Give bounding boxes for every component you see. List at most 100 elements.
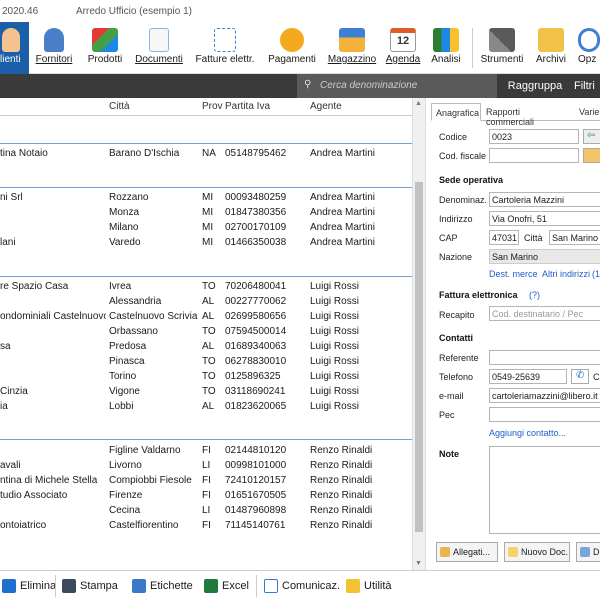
prodotti-button[interactable]: Prodotti	[82, 22, 128, 74]
stampa-button[interactable]: Stampa	[62, 571, 118, 601]
header-partita-iva[interactable]: Partita Iva	[225, 101, 270, 112]
cell-citta: Milano	[109, 222, 139, 233]
referente-label: Referente	[439, 353, 479, 363]
citta-field[interactable]: San Marino	[549, 230, 600, 245]
table-row[interactable]: ontoiatrico Castelfiorentino FI 71145140761…	[0, 518, 412, 533]
table-row[interactable]: ondominiali Castelnuovo Castelnuovo Scriv…	[0, 309, 412, 324]
table-row[interactable]: Cecina LI 01487960898 Renzo Rinaldi	[0, 503, 412, 518]
folder-icon	[538, 28, 564, 52]
pagamenti-button[interactable]: Pagamenti	[265, 22, 319, 74]
cod-fiscale-field[interactable]	[489, 148, 579, 163]
note-field[interactable]	[489, 446, 600, 534]
table-row[interactable]: Pinasca TO 06278830010 Luigi Rossi	[0, 354, 412, 369]
scrollbar-thumb[interactable]	[415, 182, 423, 532]
utilita-button[interactable]: Utilità	[346, 571, 392, 601]
d-button[interactable]: D	[576, 542, 600, 562]
allegati-button[interactable]: Allegati...	[436, 542, 498, 562]
header-prov[interactable]: Prov	[202, 101, 223, 112]
raggruppa-button[interactable]: Raggruppa	[500, 74, 570, 98]
nuovo-doc-button[interactable]: Nuovo Doc.	[504, 542, 570, 562]
telefono-field[interactable]: 0549-25639	[489, 369, 567, 384]
phone-icon[interactable]: ✆	[571, 369, 589, 384]
opzioni-button[interactable]: Opz	[578, 22, 600, 74]
printer-icon	[62, 579, 76, 593]
archivi-button[interactable]: Archivi	[532, 22, 570, 74]
cell-prov: FI	[202, 490, 211, 501]
etichette-button[interactable]: Etichette	[132, 571, 193, 601]
email-field[interactable]: cartoleriamazzini@libero.it	[489, 388, 600, 403]
excel-icon	[204, 579, 218, 593]
excel-label: Excel	[222, 580, 249, 592]
magazzino-button[interactable]: Magazzino	[325, 22, 379, 74]
table-row[interactable]: Alessandria AL 00227770062 Luigi Rossi	[0, 294, 412, 309]
cap-field[interactable]: 47031	[489, 230, 519, 245]
table-row[interactable]: ia Lobbi AL 01823620065 Luigi Rossi	[0, 399, 412, 414]
cell-denom: avali	[0, 460, 21, 471]
cell-piva: 00998101000	[225, 460, 287, 471]
aggiungi-contatto-link[interactable]: Aggiungi contatto...	[489, 428, 566, 438]
table-row[interactable]: tina Notaio Barano D'Ischia NA 05148795462 A…	[0, 146, 412, 161]
cap-label: CAP	[439, 233, 458, 243]
cell-prov: FI	[202, 520, 211, 531]
table-row[interactable]: Orbassano TO 07594500014 Luigi Rossi	[0, 324, 412, 339]
tab-varie[interactable]: Varie	[575, 103, 600, 121]
cell-citta: Compiobbi Fiesole	[109, 475, 192, 486]
indirizzo-field[interactable]: Via Onofri, 51	[489, 211, 600, 226]
table-row[interactable]: ni Srl Rozzano MI 00093480259 Andrea Martini	[0, 190, 412, 205]
fattura-help-link[interactable]: (?)	[529, 290, 540, 300]
strumenti-button[interactable]: Strumenti	[478, 22, 526, 74]
search-input[interactable]: ⚲ Cerca denominazione	[297, 74, 497, 98]
table-row[interactable]: Torino TO 0125896325 Luigi Rossi	[0, 369, 412, 384]
elimina-button[interactable]: Elimina	[2, 571, 56, 601]
table-row[interactable]: lani Varedo MI 01466350038 Andrea Martini	[0, 235, 412, 250]
cell-prov: TO	[202, 356, 216, 367]
filtri-button[interactable]: Filtri	[574, 74, 600, 98]
table-scrollbar[interactable]: ▲ ▼	[412, 98, 425, 570]
documenti-button[interactable]: Documenti	[133, 22, 185, 74]
table-row[interactable]: Cinzia Vigone TO 03118690241 Luigi Rossi	[0, 384, 412, 399]
cell-piva: 71145140761	[225, 520, 286, 531]
tab-rapporti-commerciali[interactable]: Rapporti commerciali	[482, 103, 574, 127]
table-row[interactable]: Monza MI 01847380356 Andrea Martini	[0, 205, 412, 220]
fornitori-button[interactable]: Fornitori	[30, 22, 78, 74]
pec-field[interactable]	[489, 407, 600, 422]
cell-prov: TO	[202, 371, 216, 382]
arrow-icon[interactable]: ⇦	[583, 129, 600, 144]
fatture-icon	[214, 28, 236, 52]
table-row[interactable]: avali Livorno LI 00998101000 Renzo Rinaldi	[0, 458, 412, 473]
header-citta[interactable]: Città	[109, 101, 130, 112]
header-agente[interactable]: Agente	[310, 101, 342, 112]
fatture-elettroniche-button[interactable]: Fatture elettr.	[191, 22, 259, 74]
table-row[interactable]: tudio Associato Firenze FI 01651670505 Renzo…	[0, 488, 412, 503]
clienti-icon	[2, 28, 20, 52]
cell-citta: Livorno	[109, 460, 142, 471]
scroll-down-arrow-icon[interactable]: ▼	[415, 560, 422, 567]
tab-anagrafica[interactable]: Anagrafica	[431, 103, 481, 121]
group-separator	[0, 276, 412, 277]
table-row[interactable]: Figline Valdarno FI 02144810120 Renzo Rinal…	[0, 443, 412, 458]
scroll-up-arrow-icon[interactable]: ▲	[415, 100, 422, 107]
denominazione-field[interactable]: Cartoleria Mazzini	[489, 192, 600, 207]
codice-field[interactable]: 0023	[489, 129, 579, 144]
cell-piva: 06278830010	[225, 356, 287, 367]
nazione-field[interactable]: San Marino	[489, 249, 600, 264]
agenda-button[interactable]: 12 Agenda	[384, 22, 422, 74]
cell-citta: Rozzano	[109, 192, 149, 203]
table-row[interactable]: sa Predosa AL 01689340063 Luigi Rossi	[0, 339, 412, 354]
excel-button[interactable]: Excel	[204, 571, 249, 601]
image-icon[interactable]	[583, 148, 600, 163]
analisi-button[interactable]: Analisi	[428, 22, 464, 74]
table-row[interactable]: ntina di Michele Stella Compiobbi Fiesole…	[0, 473, 412, 488]
referente-field[interactable]	[489, 350, 600, 365]
cell-prov: TO	[202, 386, 216, 397]
dest-merce-link[interactable]: Dest. merce	[489, 269, 538, 279]
table-row[interactable]: Milano MI 02700170109 Andrea Martini	[0, 220, 412, 235]
recapito-field[interactable]: Cod. destinatario / Pec	[489, 306, 600, 321]
clienti-label: lienti	[0, 54, 21, 65]
comunicazioni-button[interactable]: Comunicaz.	[264, 571, 340, 601]
table-row[interactable]: re Spazio Casa Ivrea TO 70206480041 Luigi Ro…	[0, 279, 412, 294]
clienti-button[interactable]: lienti	[0, 22, 29, 74]
phone-extra-icon[interactable]: C	[593, 372, 600, 382]
prodotti-label: Prodotti	[87, 54, 123, 65]
altri-indirizzi-link[interactable]: Altri indirizzi	[542, 269, 590, 279]
